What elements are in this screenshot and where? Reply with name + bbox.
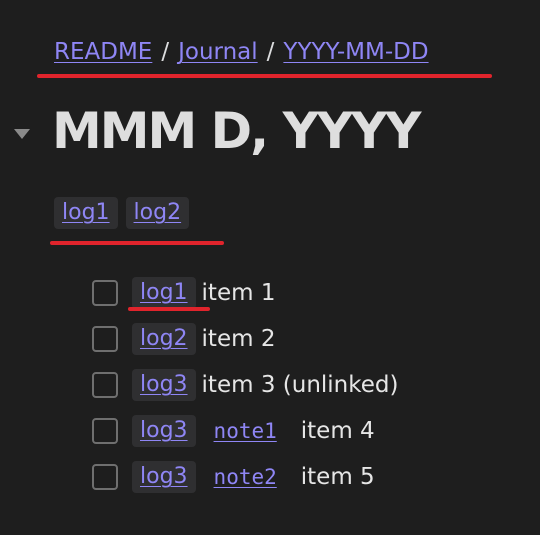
task-text: item 5 xyxy=(300,464,375,490)
note-link[interactable]: note2 xyxy=(214,465,277,489)
checkbox-icon[interactable] xyxy=(92,372,118,398)
task-item: log3 note2 item 5 xyxy=(92,454,398,500)
note-link[interactable]: note1 xyxy=(214,419,277,443)
breadcrumb-separator: / xyxy=(266,39,275,65)
task-tag[interactable]: log3 xyxy=(132,369,196,401)
breadcrumb-link-readme[interactable]: README xyxy=(54,39,152,65)
checkbox-icon[interactable] xyxy=(92,464,118,490)
breadcrumb-highlight-line xyxy=(37,74,492,78)
task-text: item 2 xyxy=(201,326,276,352)
checkbox-icon[interactable] xyxy=(92,280,118,306)
task-text: item 1 xyxy=(201,280,276,306)
task-list: log1 item 1 log2 item 2 log3 item 3 (unl… xyxy=(92,270,398,500)
task-item: log2 item 2 xyxy=(92,316,398,362)
tag-log2[interactable]: log2 xyxy=(125,197,190,229)
page-title: MMM D, YYYY xyxy=(52,102,421,160)
task-tag-highlight-line xyxy=(128,307,210,311)
tags-highlight-line xyxy=(50,241,224,245)
task-tag[interactable]: log1 xyxy=(132,277,196,309)
collapse-arrow-icon[interactable] xyxy=(14,129,30,139)
breadcrumb-separator: / xyxy=(161,39,170,65)
tags-row: log1 log2 xyxy=(54,197,190,229)
task-tag[interactable]: log2 xyxy=(132,323,196,355)
task-tag[interactable]: log3 xyxy=(132,415,196,447)
checkbox-icon[interactable] xyxy=(92,418,118,444)
task-text: item 4 xyxy=(300,418,375,444)
task-text: item 3 (unlinked) xyxy=(201,372,399,398)
task-tag[interactable]: log3 xyxy=(132,461,196,493)
checkbox-icon[interactable] xyxy=(92,326,118,352)
breadcrumb-link-journal[interactable]: Journal xyxy=(178,39,258,65)
breadcrumb-link-date[interactable]: YYYY-MM-DD xyxy=(283,39,428,65)
breadcrumb: README / Journal / YYYY-MM-DD xyxy=(54,36,429,68)
task-item: log3 note1 item 4 xyxy=(92,408,398,454)
task-item: log3 item 3 (unlinked) xyxy=(92,362,398,408)
tag-log1[interactable]: log1 xyxy=(54,197,118,229)
